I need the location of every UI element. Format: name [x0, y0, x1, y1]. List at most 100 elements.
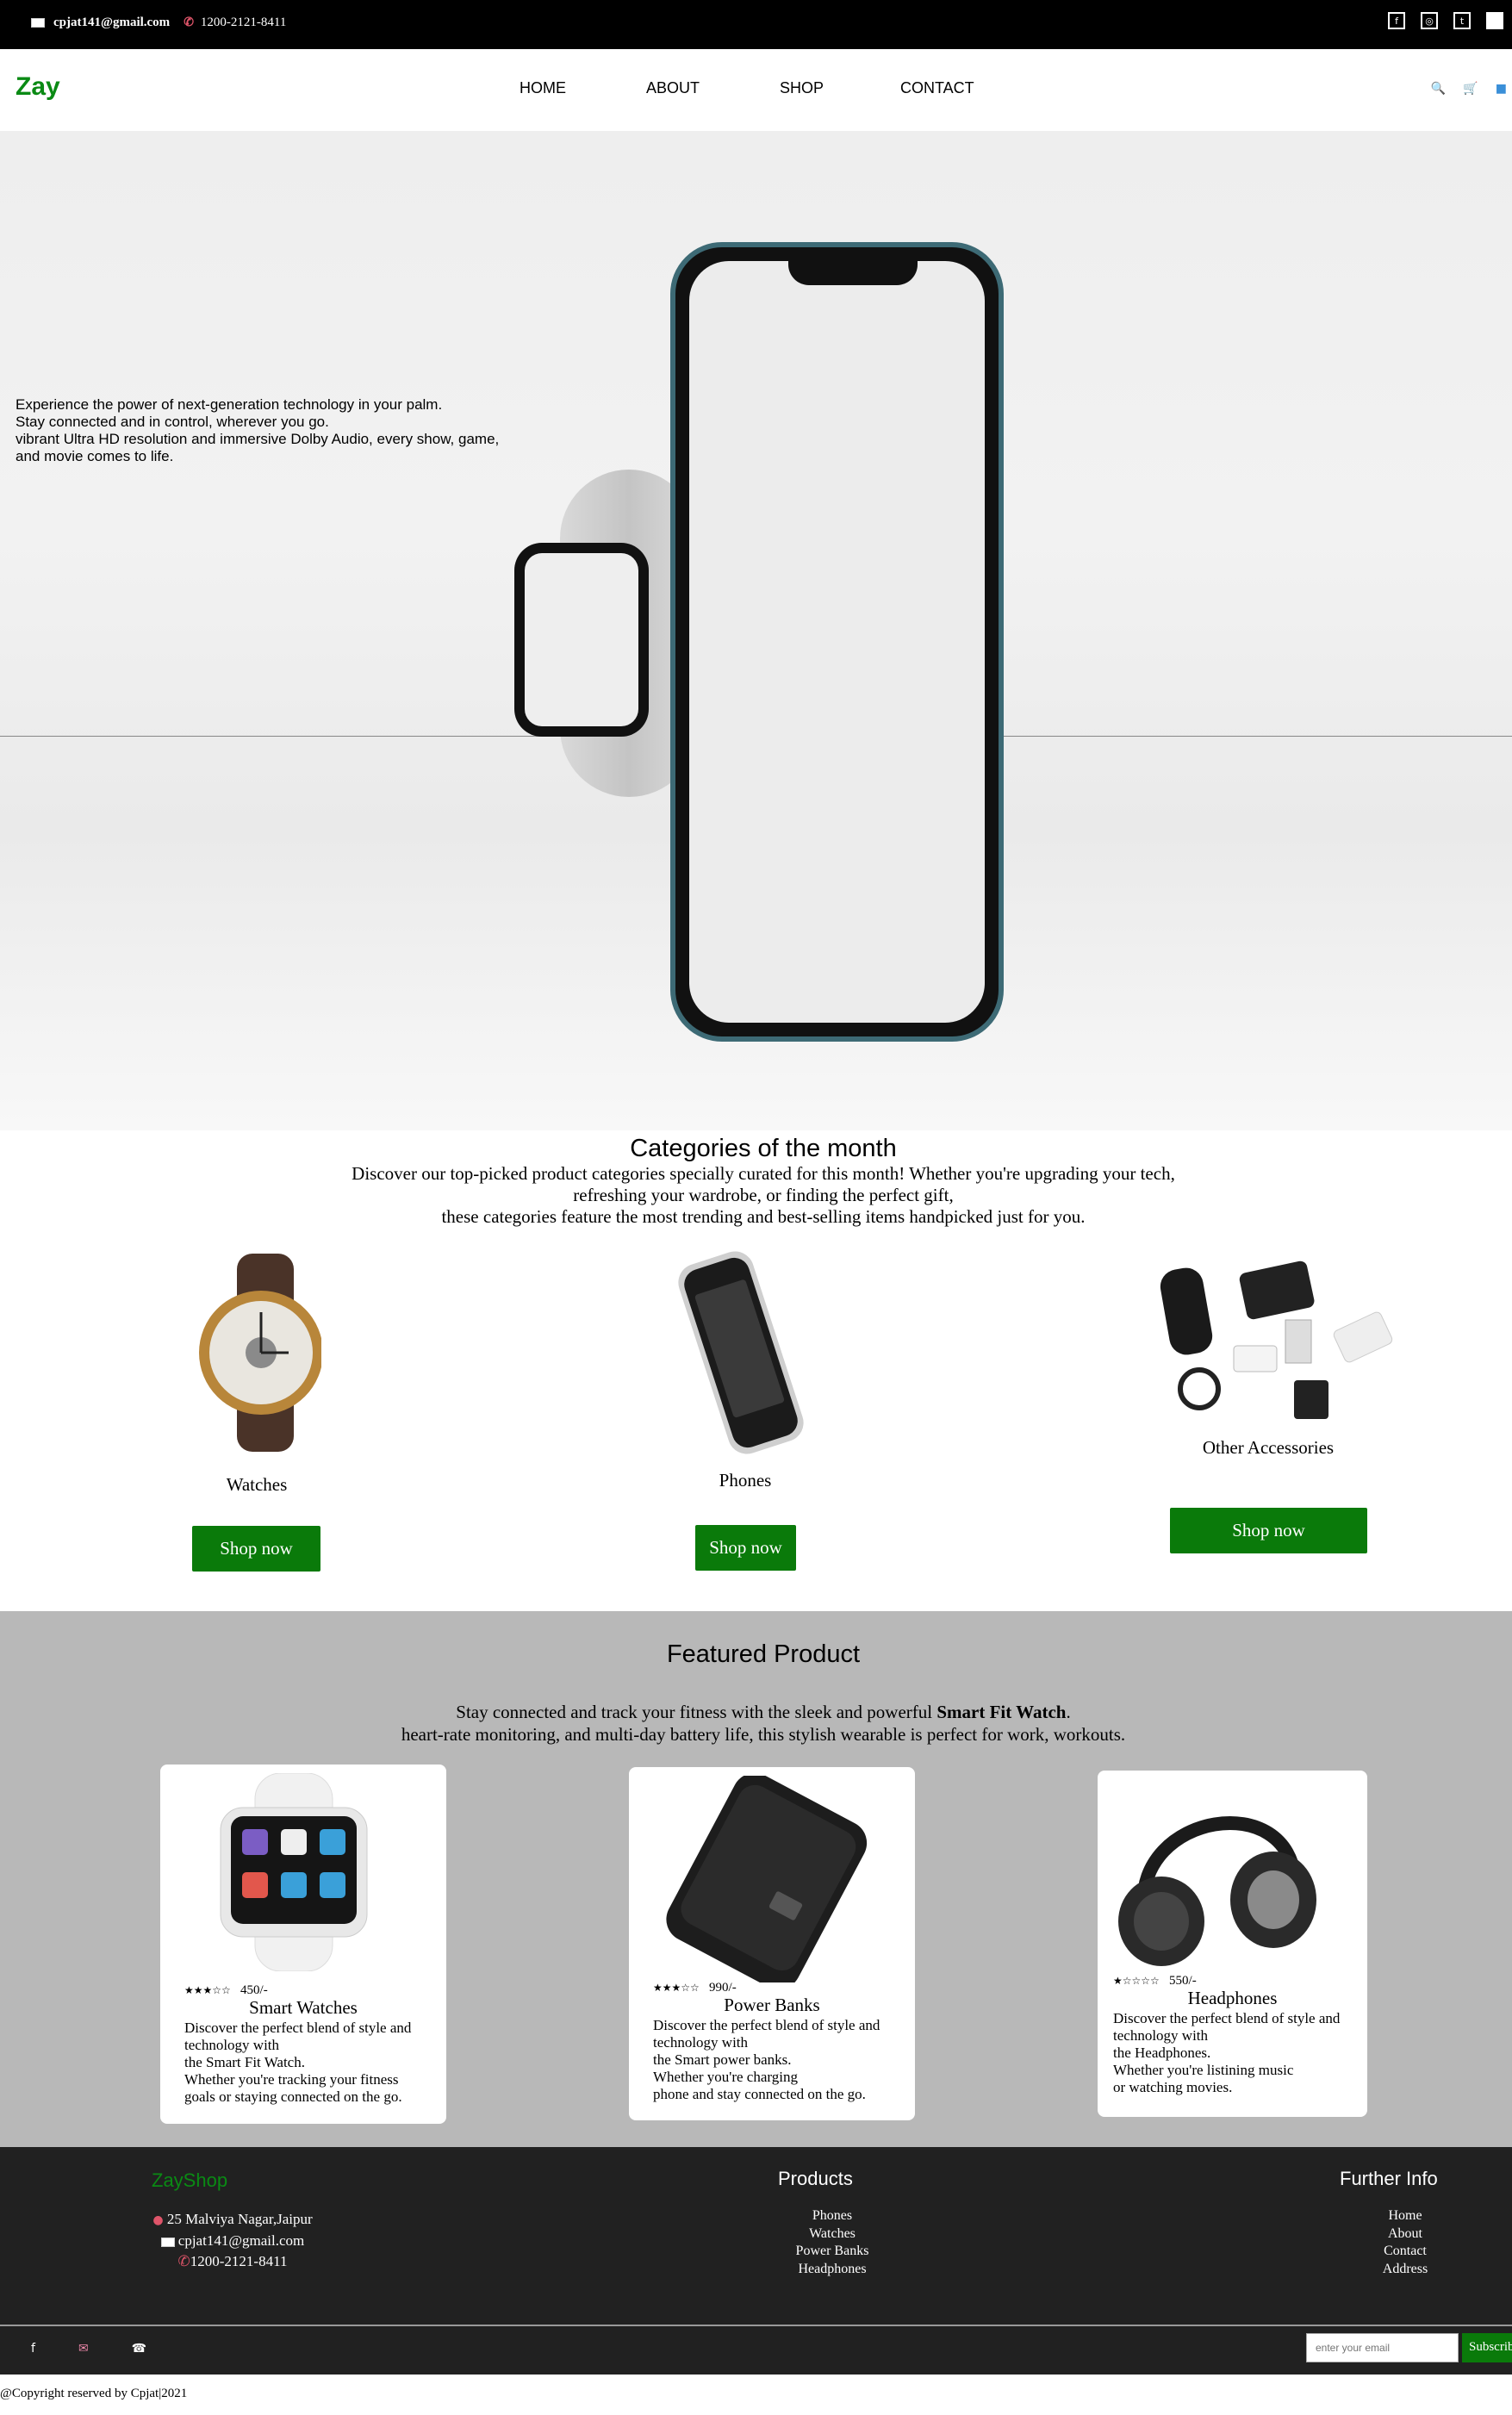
nav-contact[interactable]: CONTACT: [900, 79, 974, 97]
category-name: Other Accessories: [1202, 1437, 1335, 1458]
brand-logo[interactable]: Zay: [16, 72, 60, 102]
smartwatch-image: [514, 543, 649, 737]
rating-stars-icon: ★★★☆☆: [184, 1984, 231, 1996]
footer-products-list: Phones Watches Power Banks Headphones: [746, 2207, 918, 2278]
mail-icon: [160, 2237, 175, 2247]
desc-line: the Headphones.: [1113, 2045, 1211, 2061]
twitter-icon[interactable]: t: [1453, 12, 1471, 29]
nav-shop[interactable]: SHOP: [780, 79, 900, 97]
footer-address: 25 Malviya Nagar,Jaipur: [166, 2211, 313, 2227]
category-name: Watches: [226, 1474, 288, 1495]
desc-line: Whether you're listining music: [1113, 2062, 1294, 2078]
hero-line: Experience the power of next-generation …: [16, 396, 443, 413]
desc-line: technology with: [184, 2037, 280, 2053]
product-meta: ★★★☆☆ 990/-: [653, 1979, 737, 1996]
category-watches: Watches: [171, 1254, 343, 1496]
mail-icon: [31, 18, 45, 28]
user-icon[interactable]: ■: [1496, 82, 1507, 96]
social-links: f ◎ t: [1388, 12, 1503, 29]
footer-divider: [0, 2325, 1512, 2326]
facebook-icon[interactable]: f: [1388, 12, 1405, 29]
product-description: Discover the perfect blend of style and …: [1113, 2010, 1340, 2096]
top-contact: cpjat141@gmail.com ✆ 1200-2121-8411: [31, 16, 286, 30]
desc-line: Discover the perfect blend of style and: [1113, 2010, 1341, 2026]
product-name: Power Banks: [724, 1995, 820, 2015]
location-pin-icon: ●: [152, 2213, 164, 2227]
power-bank-image: [666, 1776, 868, 1982]
product-name: Smart Watches: [249, 1997, 358, 2018]
desc-line: refreshing your wardrobe, or finding the…: [573, 1185, 954, 1205]
footer-info-list: Home About Contact Address: [1362, 2207, 1448, 2278]
footer-contact: ● 25 Malviya Nagar,Jaipur cpjat141@gmail…: [121, 2209, 345, 2272]
top-email[interactable]: cpjat141@gmail.com: [53, 16, 170, 30]
phone-icon: ✆: [177, 2253, 190, 2269]
watch-image: [199, 1254, 323, 1452]
desc-line: technology with: [653, 2034, 749, 2051]
shop-watches-button[interactable]: Shop now: [192, 1526, 320, 1572]
desc-line: the Smart Fit Watch.: [184, 2054, 305, 2070]
category-phones: Phones: [659, 1249, 831, 1491]
headphones-image: [1118, 1816, 1316, 1966]
instagram-icon[interactable]: ◎: [1421, 12, 1438, 29]
footer-phone[interactable]: 1200-2121-8411: [190, 2253, 288, 2269]
footer-link-power-banks[interactable]: Power Banks: [746, 2243, 918, 2261]
product-description: Discover the perfect blend of style and …: [653, 2017, 880, 2103]
desc-line: Discover the perfect blend of style and: [184, 2020, 412, 2036]
top-phone[interactable]: 1200-2121-8411: [201, 16, 286, 30]
facebook-icon[interactable]: f: [31, 2342, 35, 2356]
desc-line: goals or staying connected on the go.: [184, 2088, 402, 2105]
nav-home[interactable]: HOME: [520, 79, 646, 97]
phone-icon: ✆: [184, 16, 194, 29]
footer-link-home[interactable]: Home: [1362, 2207, 1448, 2225]
desc-line: technology with: [1113, 2027, 1209, 2044]
footer-products-title: Products: [778, 2168, 853, 2189]
desc-line: or watching movies.: [1113, 2079, 1233, 2095]
shop-phones-button[interactable]: Shop now: [695, 1525, 796, 1571]
mail-icon[interactable]: ✉: [78, 2342, 89, 2356]
hero-text: Experience the power of next-generation …: [16, 396, 499, 465]
phone-icon[interactable]: ☎: [132, 2342, 146, 2356]
footer-link-contact[interactable]: Contact: [1362, 2243, 1448, 2261]
product-meta: ★★★☆☆ 450/-: [184, 1982, 268, 1999]
footer-link-address[interactable]: Address: [1362, 2261, 1448, 2279]
smartphone-image: [670, 242, 1004, 1042]
subscribe-email-input[interactable]: [1306, 2333, 1459, 2362]
featured-section: Featured Product Stay connected and trac…: [0, 1611, 1512, 2147]
nav-menu: HOME ABOUT SHOP CONTACT: [520, 79, 974, 97]
desc-line: the Smart power banks.: [653, 2051, 792, 2068]
linkedin-icon[interactable]: [1486, 12, 1503, 29]
cart-icon[interactable]: 🛒: [1463, 82, 1478, 96]
rating-stars-icon: ★☆☆☆☆: [1113, 1975, 1160, 1987]
search-icon[interactable]: 🔍: [1431, 82, 1446, 96]
footer-link-headphones[interactable]: Headphones: [746, 2261, 918, 2279]
phone-image: [678, 1251, 804, 1454]
product-price: 550/-: [1169, 1974, 1197, 1988]
subscribe-button[interactable]: Subscribe: [1462, 2333, 1512, 2362]
featured-desc-prefix: Stay connected and track your fitness wi…: [456, 1702, 937, 1722]
footer-link-phones[interactable]: Phones: [746, 2207, 918, 2225]
top-bar: cpjat141@gmail.com ✆ 1200-2121-8411 f ◎ …: [0, 0, 1512, 49]
product-price: 450/-: [240, 1983, 268, 1997]
footer-link-watches[interactable]: Watches: [746, 2225, 918, 2244]
product-card-power-banks[interactable]: ★★★☆☆ 990/- Power Banks Discover the per…: [629, 1767, 915, 2120]
desc-line: Whether you're charging: [653, 2069, 798, 2085]
footer-link-about[interactable]: About: [1362, 2225, 1448, 2244]
featured-desc-suffix: .: [1066, 1702, 1071, 1722]
nav-icons: 🔍 🛒 ■: [1431, 82, 1507, 96]
rating-stars-icon: ★★★☆☆: [653, 1982, 700, 1994]
product-card-headphones[interactable]: ★☆☆☆☆ 550/- Headphones Discover the perf…: [1098, 1771, 1367, 2117]
categories-title: Categories of the month: [630, 1135, 897, 1162]
shop-accessories-button[interactable]: Shop now: [1170, 1508, 1367, 1553]
featured-description: Stay connected and track your fitness wi…: [0, 1701, 1512, 1746]
product-name: Headphones: [1187, 1988, 1278, 2008]
footer-social: f ✉ ☎: [31, 2342, 146, 2356]
product-card-smart-watches[interactable]: ★★★☆☆ 450/- Smart Watches Discover the p…: [160, 1765, 446, 2124]
hero-line: and movie comes to life.: [16, 448, 174, 464]
footer-brand[interactable]: ZayShop: [152, 2169, 227, 2192]
footer-email[interactable]: cpjat141@gmail.com: [178, 2232, 304, 2249]
product-description: Discover the perfect blend of style and …: [184, 2020, 411, 2106]
desc-line: these categories feature the most trendi…: [441, 1206, 1086, 1227]
nav-about[interactable]: ABOUT: [646, 79, 780, 97]
featured-desc-bold: Smart Fit Watch: [936, 1702, 1067, 1722]
hero-line: vibrant Ultra HD resolution and immersiv…: [16, 431, 500, 447]
